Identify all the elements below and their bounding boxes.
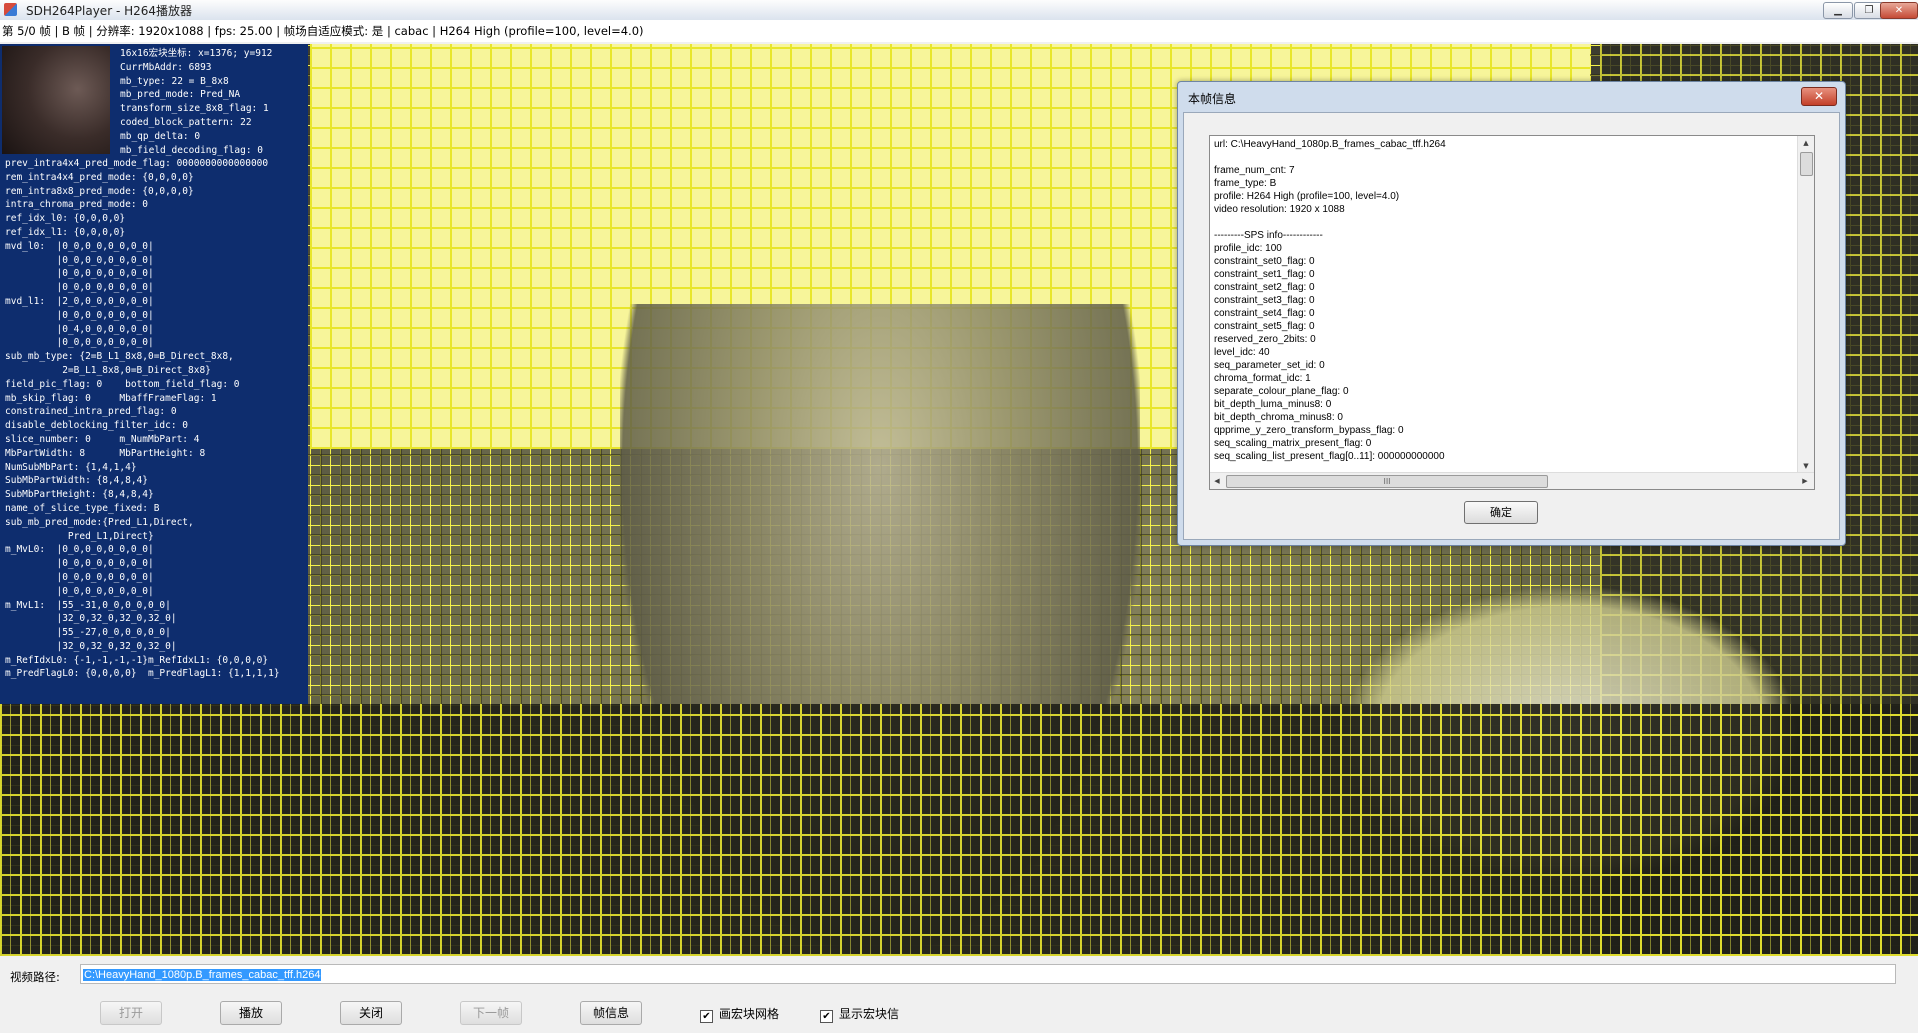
video-path-value: C:\HeavyHand_1080p.B_frames_cabac_tff.h2…: [83, 969, 322, 981]
macroblock-info-panel: 16x16宏块坐标: x=1376; y=912 CurrMbAddr: 689…: [0, 44, 308, 704]
macroblock-detail-text: prev_intra4x4_pred_mode_flag: 0000000000…: [5, 158, 280, 680]
ok-button[interactable]: 确定: [1464, 501, 1538, 524]
horizontal-scroll-thumb[interactable]: III: [1226, 475, 1548, 488]
video-lower-region: [0, 704, 1918, 956]
vertical-scrollbar[interactable]: ▲ ▼: [1797, 136, 1814, 473]
show-mb-info-checkbox[interactable]: ✔ 显示宏块信: [820, 1005, 899, 1023]
checkmark-icon[interactable]: ✔: [700, 1010, 713, 1023]
frame-info-button[interactable]: 帧信息: [580, 1001, 642, 1025]
window-close-button[interactable]: ✕: [1880, 2, 1918, 19]
frame-info-line: 第 5/0 帧 | B 帧 | 分辨率: 1920x1088 | fps: 25…: [0, 20, 1918, 42]
next-frame-button[interactable]: 下一帧: [460, 1001, 522, 1025]
scroll-up-arrow-icon[interactable]: ▲: [1798, 136, 1814, 150]
checkmark-icon[interactable]: ✔: [820, 1010, 833, 1023]
frame-info-dialog: 本帧信息 ✕ url: C:\HeavyHand_1080p.B_frames_…: [1177, 81, 1846, 546]
frame-info-textbox[interactable]: url: C:\HeavyHand_1080p.B_frames_cabac_t…: [1209, 135, 1815, 490]
dialog-close-button[interactable]: ✕: [1801, 87, 1837, 106]
draw-grid-checkbox[interactable]: ✔ 画宏块网格: [700, 1005, 779, 1023]
show-mb-info-label: 显示宏块信: [839, 1007, 900, 1021]
app-icon: [4, 3, 17, 16]
minimize-button[interactable]: ▁: [1823, 2, 1853, 19]
play-button[interactable]: 播放: [220, 1001, 282, 1025]
scroll-left-arrow-icon[interactable]: ◀: [1210, 473, 1224, 489]
dialog-title: 本帧信息: [1188, 92, 1237, 106]
title-bar: SDH264Player - H264播放器 ▁ ❐ ✕: [0, 0, 1918, 21]
window-title: SDH264Player - H264播放器: [26, 4, 193, 18]
vertical-scroll-thumb[interactable]: [1800, 152, 1813, 176]
frame-info-text: url: C:\HeavyHand_1080p.B_frames_cabac_t…: [1214, 139, 1446, 462]
dialog-body: url: C:\HeavyHand_1080p.B_frames_cabac_t…: [1183, 112, 1840, 540]
video-path-input[interactable]: C:\HeavyHand_1080p.B_frames_cabac_tff.h2…: [80, 964, 1896, 984]
close-video-button[interactable]: 关闭: [340, 1001, 402, 1025]
video-path-label: 视频路径:: [10, 970, 60, 984]
scroll-down-arrow-icon[interactable]: ▼: [1798, 459, 1814, 473]
macroblock-header-text: 16x16宏块坐标: x=1376; y=912 CurrMbAddr: 689…: [120, 48, 273, 156]
horizontal-scrollbar[interactable]: ◀ III ▶: [1210, 472, 1814, 489]
macroblock-thumbnail: [2, 46, 110, 154]
scroll-right-arrow-icon[interactable]: ▶: [1798, 473, 1812, 489]
open-button[interactable]: 打开: [100, 1001, 162, 1025]
draw-grid-label: 画宏块网格: [719, 1007, 780, 1021]
